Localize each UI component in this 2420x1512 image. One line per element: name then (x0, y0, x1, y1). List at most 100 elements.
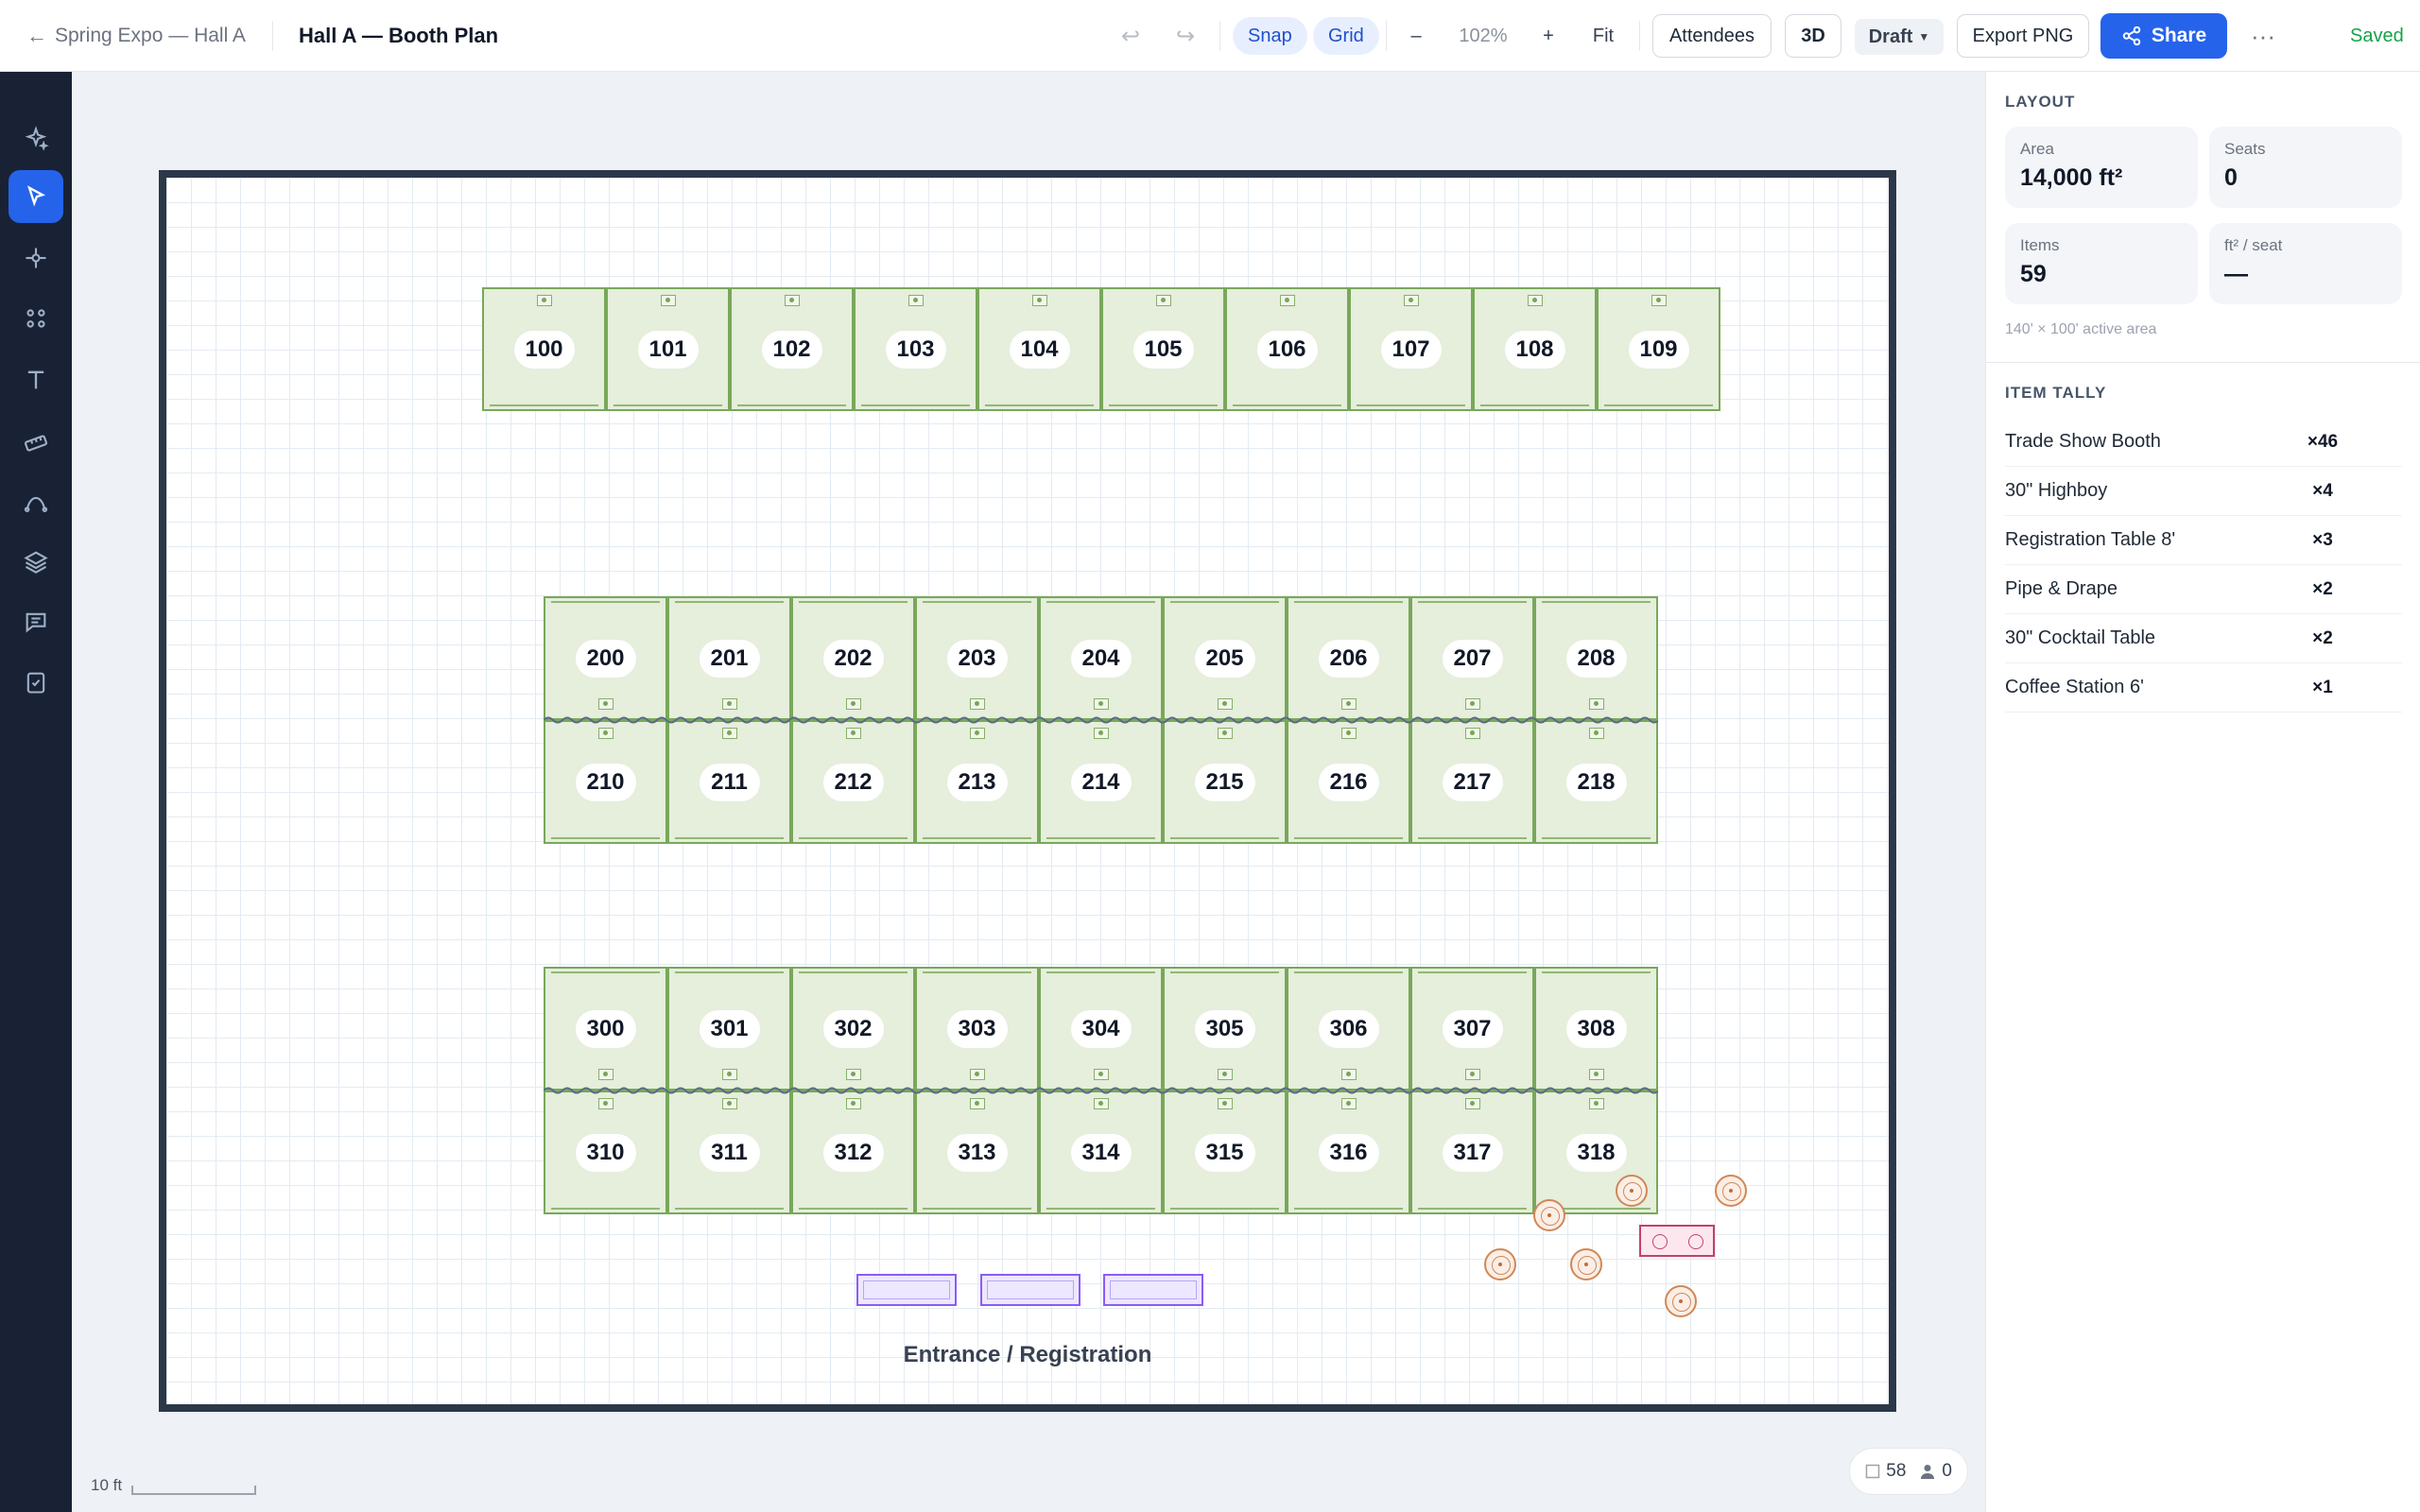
fit-button[interactable]: Fit (1582, 0, 1624, 72)
booth-216[interactable]: 216 (1287, 720, 1410, 844)
booth-number: 200 (575, 639, 636, 678)
more-icon[interactable]: ··· (2242, 0, 2284, 72)
booth-206[interactable]: 206 (1287, 596, 1410, 720)
booth-212[interactable]: 212 (791, 720, 915, 844)
booth-104[interactable]: 104 (977, 287, 1101, 411)
share-button[interactable]: Share (2100, 13, 2227, 59)
booth-100[interactable]: 100 (482, 287, 606, 411)
tally-item[interactable]: Registration Table 8' ×3 (2005, 516, 2402, 565)
snap-toggle[interactable]: Snap (1233, 17, 1307, 55)
coffee-station[interactable] (1639, 1225, 1715, 1257)
ruler-icon[interactable] (9, 417, 63, 470)
tally-item[interactable]: Coffee Station 6' ×1 (2005, 663, 2402, 713)
booth-103[interactable]: 103 (854, 287, 977, 411)
power-outlet-icon (1464, 1098, 1480, 1109)
booth-107[interactable]: 107 (1349, 287, 1473, 411)
round-table[interactable] (1484, 1248, 1516, 1280)
curve-icon[interactable] (9, 475, 63, 528)
round-table[interactable] (1616, 1175, 1648, 1207)
booth-208[interactable]: 208 (1534, 596, 1658, 720)
booth-308[interactable]: 308 (1534, 967, 1658, 1091)
booth-210[interactable]: 210 (544, 720, 667, 844)
round-table[interactable] (1665, 1285, 1697, 1317)
round-table[interactable] (1533, 1199, 1565, 1231)
export-png-button[interactable]: Export PNG (1957, 14, 2089, 58)
undo-icon[interactable]: ↩ (1112, 0, 1150, 72)
redo-icon[interactable]: ↪ (1167, 0, 1204, 72)
booth-315[interactable]: 315 (1163, 1091, 1287, 1214)
booth-303[interactable]: 303 (915, 967, 1039, 1091)
booth-316[interactable]: 316 (1287, 1091, 1410, 1214)
canvas[interactable]: Entrance / Registration 100 101 102 103 104 1… (72, 72, 1985, 1512)
booth-109[interactable]: 109 (1597, 287, 1720, 411)
grid-toggle[interactable]: Grid (1313, 17, 1379, 55)
booth-312[interactable]: 312 (791, 1091, 915, 1214)
booth-203[interactable]: 203 (915, 596, 1039, 720)
magic-wand-icon[interactable] (9, 112, 63, 165)
booth-edge (1542, 971, 1651, 973)
booth-106[interactable]: 106 (1225, 287, 1349, 411)
view-3d-button[interactable]: 3D (1785, 14, 1841, 58)
booth-211[interactable]: 211 (667, 720, 791, 844)
power-outlet-icon (1217, 698, 1233, 710)
booth-213[interactable]: 213 (915, 720, 1039, 844)
node-icon[interactable] (9, 232, 63, 284)
booth-200[interactable]: 200 (544, 596, 667, 720)
pointer-icon[interactable] (9, 170, 63, 223)
booth-313[interactable]: 313 (915, 1091, 1039, 1214)
grid-dots-icon[interactable] (9, 292, 63, 345)
booth-310[interactable]: 310 (544, 1091, 667, 1214)
text-icon[interactable] (9, 353, 63, 406)
booth-304[interactable]: 304 (1039, 967, 1163, 1091)
round-table[interactable] (1715, 1175, 1747, 1207)
power-outlet-icon (536, 295, 552, 306)
tally-item[interactable]: 30" Highboy ×4 (2005, 467, 2402, 516)
booth-302[interactable]: 302 (791, 967, 915, 1091)
booth-305[interactable]: 305 (1163, 967, 1287, 1091)
booth-307[interactable]: 307 (1410, 967, 1534, 1091)
booth-108[interactable]: 108 (1473, 287, 1597, 411)
layers-icon[interactable] (9, 535, 63, 588)
back-link[interactable]: ← Spring Expo — Hall A (26, 0, 246, 72)
booth-number: 306 (1318, 1009, 1379, 1048)
comment-icon[interactable] (9, 595, 63, 648)
status-dropdown[interactable]: Draft ▼ (1855, 19, 1944, 55)
registration-table[interactable] (980, 1274, 1080, 1306)
seats-label: Seats (2224, 140, 2266, 158)
booth-217[interactable]: 217 (1410, 720, 1534, 844)
booth-300[interactable]: 300 (544, 967, 667, 1091)
zoom-in-button[interactable]: + (1531, 0, 1565, 72)
booth-214[interactable]: 214 (1039, 720, 1163, 844)
booth-105[interactable]: 105 (1101, 287, 1225, 411)
pipe-and-drape[interactable] (544, 1084, 1658, 1097)
booth-317[interactable]: 317 (1410, 1091, 1534, 1214)
booth-101[interactable]: 101 (606, 287, 730, 411)
booth-215[interactable]: 215 (1163, 720, 1287, 844)
booth-edge (861, 404, 970, 406)
registration-table[interactable] (1103, 1274, 1203, 1306)
booth-205[interactable]: 205 (1163, 596, 1287, 720)
booth-202[interactable]: 202 (791, 596, 915, 720)
booth-314[interactable]: 314 (1039, 1091, 1163, 1214)
booth-306[interactable]: 306 (1287, 967, 1410, 1091)
booth-207[interactable]: 207 (1410, 596, 1534, 720)
booth-218[interactable]: 218 (1534, 720, 1658, 844)
tally-item-count: ×3 (2312, 529, 2333, 550)
round-table[interactable] (1570, 1248, 1602, 1280)
hall-floor[interactable]: Entrance / Registration 100 101 102 103 104 1… (159, 170, 1896, 1412)
checklist-icon[interactable] (9, 656, 63, 709)
booth-number: 207 (1442, 639, 1503, 678)
booth-311[interactable]: 311 (667, 1091, 791, 1214)
booth-102[interactable]: 102 (730, 287, 854, 411)
registration-table[interactable] (856, 1274, 957, 1306)
booth-201[interactable]: 201 (667, 596, 791, 720)
booth-204[interactable]: 204 (1039, 596, 1163, 720)
attendees-button[interactable]: Attendees (1652, 14, 1772, 58)
tally-item[interactable]: Trade Show Booth ×46 (2005, 418, 2402, 467)
zoom-out-button[interactable]: – (1399, 0, 1433, 72)
pipe-and-drape[interactable] (544, 713, 1658, 727)
tally-item-name: Registration Table 8' (2005, 529, 2176, 550)
tally-item[interactable]: Pipe & Drape ×2 (2005, 565, 2402, 614)
booth-301[interactable]: 301 (667, 967, 791, 1091)
tally-item[interactable]: 30" Cocktail Table ×2 (2005, 614, 2402, 663)
